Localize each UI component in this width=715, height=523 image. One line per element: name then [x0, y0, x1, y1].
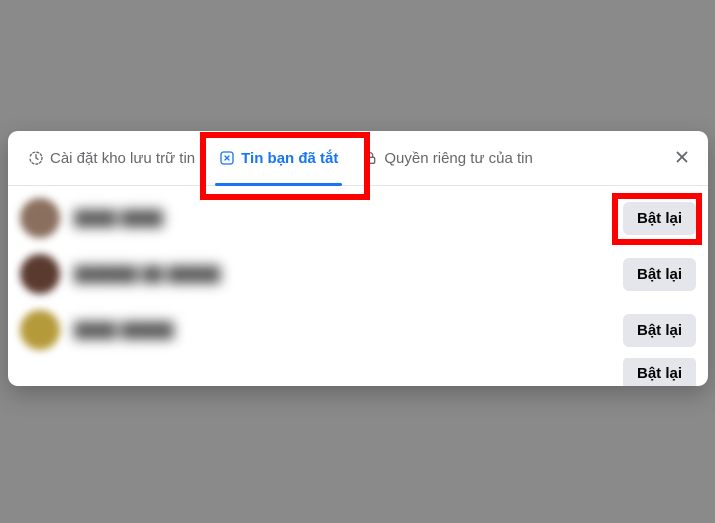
close-icon: [673, 148, 691, 166]
person-name: ████ ████: [74, 210, 623, 227]
unmute-button[interactable]: Bật lại: [623, 358, 696, 386]
lock-icon: [362, 150, 378, 166]
tab-bar: Cài đặt kho lưu trữ tin Tin bạn đã tắt Q…: [8, 131, 708, 186]
tab-archive-settings[interactable]: Cài đặt kho lưu trữ tin: [16, 131, 207, 186]
person-name: ████ █████: [74, 322, 623, 339]
tab-label: Cài đặt kho lưu trữ tin: [50, 150, 195, 167]
unmute-button[interactable]: Bật lại: [623, 202, 696, 235]
clock-dashed-icon: [28, 150, 44, 166]
list-item: ████ Bật lại: [20, 358, 696, 386]
story-settings-modal: Cài đặt kho lưu trữ tin Tin bạn đã tắt Q…: [8, 131, 708, 386]
tab-label: Quyền riêng tư của tin: [384, 150, 532, 167]
avatar: [20, 198, 60, 238]
avatar: [20, 254, 60, 294]
x-box-icon: [219, 150, 235, 166]
list-item: ████ █████ Bật lại: [20, 302, 696, 358]
tab-story-privacy[interactable]: Quyền riêng tư của tin: [350, 131, 544, 186]
person-name: ██████ ██ █████: [74, 266, 623, 283]
muted-list: ████ ████ Bật lại ██████ ██ █████ Bật lạ…: [8, 186, 708, 386]
avatar: [20, 310, 60, 350]
tab-label: Tin bạn đã tắt: [241, 150, 338, 167]
close-button[interactable]: [666, 141, 698, 173]
unmute-button[interactable]: Bật lại: [623, 258, 696, 291]
unmute-button[interactable]: Bật lại: [623, 314, 696, 347]
tab-muted-stories[interactable]: Tin bạn đã tắt: [207, 131, 350, 186]
list-item: ████ ████ Bật lại: [20, 190, 696, 246]
list-item: ██████ ██ █████ Bật lại: [20, 246, 696, 302]
